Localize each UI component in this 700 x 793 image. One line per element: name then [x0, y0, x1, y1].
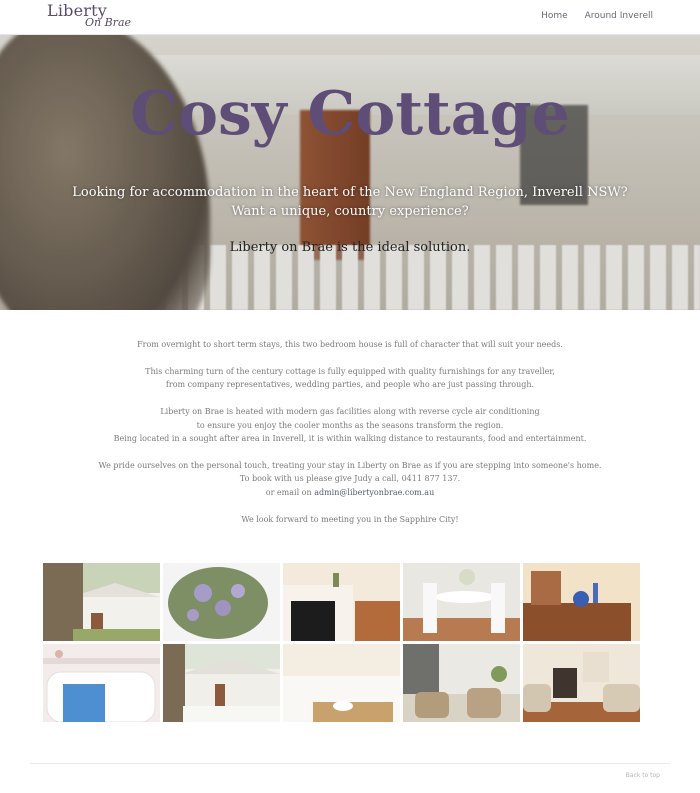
paragraph-cottage: This charming turn of the century cottag…	[0, 365, 700, 392]
site-logo[interactable]: Liberty On Brae	[44, 1, 134, 33]
paragraph-line: This charming turn of the century cottag…	[145, 366, 555, 376]
paragraph-line: to ensure you enjoy the cooler months as…	[196, 420, 504, 430]
nav-menu: Home Around Inverell	[527, 11, 653, 21]
paragraph-stays: From overnight to short term stays, this…	[137, 340, 563, 349]
hero-overlay	[0, 35, 700, 310]
paragraph-line: Being located in a sought after area in …	[113, 434, 587, 444]
paragraph-line: To book with us please give Judy a call,…	[239, 474, 461, 484]
gallery-photo-bathtub[interactable]	[43, 644, 160, 722]
paragraph-line: from company representatives, wedding pa…	[165, 380, 535, 390]
intro-text: From overnight to short term stays, this…	[0, 338, 700, 540]
gallery-photo-bed-breakfast-tray[interactable]	[283, 644, 400, 722]
photo-gallery	[43, 563, 640, 723]
hero-banner: Cosy Cottage Looking for accommodation i…	[0, 35, 700, 310]
nav-link-home[interactable]: Home	[541, 11, 568, 21]
paragraph-line: We pride ourselves on the personal touch…	[98, 460, 602, 470]
paragraph-line: or email on	[265, 487, 312, 497]
gallery-photo-living-room[interactable]	[523, 644, 640, 722]
footer-divider	[30, 763, 670, 764]
gallery-photo-sunroom-chairs[interactable]	[403, 644, 520, 722]
paragraph-booking: We pride ourselves on the personal touch…	[0, 459, 700, 499]
nav-link-around-inverell[interactable]: Around Inverell	[585, 11, 653, 21]
gallery-photo-fireplace[interactable]	[283, 563, 400, 641]
hero-question-2: Want a unique, country experience?	[231, 204, 469, 219]
gallery-photo-flowering-tree[interactable]	[163, 563, 280, 641]
gallery-photo-dining-table[interactable]	[403, 563, 520, 641]
paragraph-closing: We look forward to meeting you in the Sa…	[241, 514, 459, 524]
logo-text-sub: On Brae	[85, 16, 132, 29]
back-to-top-link[interactable]: Back to top	[626, 772, 660, 779]
gallery-photo-dresser[interactable]	[523, 563, 640, 641]
hero-title: Cosy Cottage	[130, 79, 570, 149]
gallery-photo-cottage-porch[interactable]	[163, 644, 280, 722]
gallery-photo-cottage-front[interactable]	[43, 563, 160, 641]
top-navbar: Liberty On Brae Home Around Inverell	[0, 0, 700, 35]
paragraph-heating: Liberty on Brae is heated with modern ga…	[0, 405, 700, 445]
hero-tagline: Liberty on Brae is the ideal solution.	[229, 240, 471, 255]
email-link[interactable]: admin@libertyonbrae.com.au	[314, 488, 434, 497]
paragraph-line: Liberty on Brae is heated with modern ga…	[160, 407, 540, 417]
hero-subtitle: Looking for accommodation in the heart o…	[0, 183, 700, 221]
hero-question-1: Looking for accommodation in the heart o…	[72, 185, 628, 200]
